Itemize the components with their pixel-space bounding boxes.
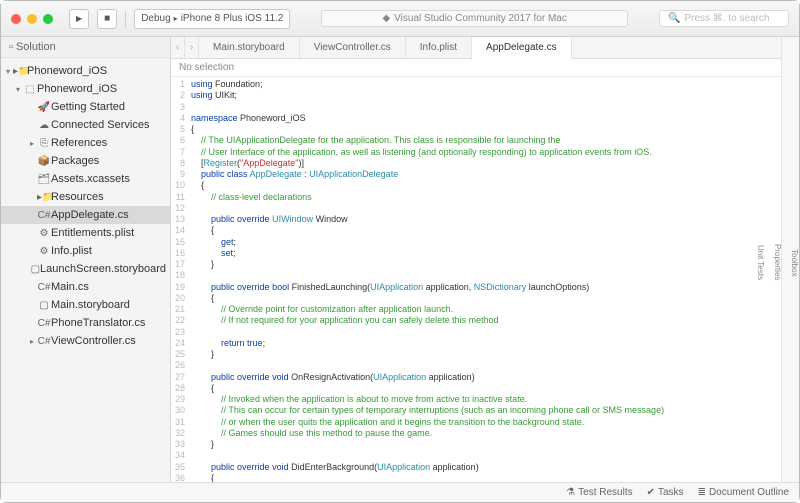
- config-selector[interactable]: Debug ▸ iPhone 8 Plus iOS 11.2: [134, 9, 290, 29]
- window-controls: [11, 14, 53, 24]
- sb-icon: ▢: [37, 300, 51, 311]
- tree-item-viewcontroller-cs[interactable]: ▸C#ViewController.cs: [1, 332, 170, 350]
- tree-item-label: References: [51, 137, 107, 149]
- plist-icon: ⚙: [37, 246, 51, 257]
- tree-item-label: ViewController.cs: [51, 335, 136, 347]
- tab-info-plist[interactable]: Info.plist: [406, 37, 472, 58]
- search-input[interactable]: 🔍 Press ⌘. to search: [659, 10, 789, 27]
- tab-label: Info.plist: [420, 42, 457, 53]
- tree-item-label: Resources: [51, 191, 104, 203]
- vs-icon: ◆: [382, 13, 390, 24]
- check-icon: ✔: [647, 487, 655, 498]
- config-label: Debug: [141, 13, 170, 24]
- cs-icon: C#: [37, 282, 51, 293]
- tree-item-label: Main.storyboard: [51, 299, 130, 311]
- rocket-icon: 🚀: [37, 102, 51, 113]
- cs-icon: C#: [37, 210, 51, 221]
- outline-icon: ≣: [698, 487, 706, 498]
- editor-tabs: ‹ › Main.storyboard ViewController.cs Info…: [171, 37, 781, 59]
- search-icon: 🔍: [668, 13, 680, 24]
- cs-icon: C#: [37, 318, 51, 329]
- tree-item-connected-services[interactable]: ☁Connected Services: [1, 116, 170, 134]
- tree-item-phoneword-ios[interactable]: ▾▸📁Phoneword_iOS: [1, 62, 170, 80]
- tree-item-label: Getting Started: [51, 101, 125, 113]
- statusbar: ⚗Test Results ✔Tasks ≣Document Outline: [1, 482, 799, 502]
- folder-icon: ▸📁: [37, 192, 51, 203]
- tab-label: ViewController.cs: [314, 42, 391, 53]
- breadcrumb[interactable]: No selection: [171, 59, 781, 77]
- pkg-icon: 📦: [37, 156, 51, 167]
- tree-item-label: LaunchScreen.storyboard: [40, 263, 166, 275]
- disclosure-icon[interactable]: ▸: [27, 337, 37, 346]
- tab-label: Main.storyboard: [213, 42, 285, 53]
- tree-item-resources[interactable]: ▸📁Resources: [1, 188, 170, 206]
- disclosure-icon[interactable]: ▸: [27, 139, 37, 148]
- rail-unit-tests[interactable]: Unit Tests: [756, 245, 765, 280]
- cloud-icon: ☁: [37, 120, 51, 131]
- editor-area: ‹ › Main.storyboard ViewController.cs Info…: [171, 37, 781, 482]
- tree-item-packages[interactable]: 📦Packages: [1, 152, 170, 170]
- tree-item-entitlements-plist[interactable]: ⚙Entitlements.plist: [1, 224, 170, 242]
- line-gutter: 1234567891011121314151617181920212223242…: [171, 77, 191, 482]
- assets-icon: 🗂: [37, 174, 51, 185]
- run-button[interactable]: ▶: [69, 9, 89, 29]
- status-doc-outline[interactable]: ≣Document Outline: [698, 487, 789, 498]
- minimize-icon[interactable]: [27, 14, 37, 24]
- solution-tree[interactable]: ▾▸📁Phoneword_iOS▾⬚Phoneword_iOS🚀Getting …: [1, 58, 170, 354]
- tab-nav-next[interactable]: ›: [185, 37, 199, 58]
- code-editor[interactable]: 1234567891011121314151617181920212223242…: [171, 77, 781, 482]
- cs-icon: C#: [37, 336, 51, 347]
- status-tasks[interactable]: ✔Tasks: [647, 487, 684, 498]
- right-rail: ToolboxPropertiesUnit Tests: [781, 37, 799, 482]
- rail-properties[interactable]: Properties: [773, 244, 782, 280]
- play-icon: ▶: [76, 14, 82, 23]
- beaker-icon: ⚗: [566, 487, 575, 498]
- tree-item-label: Assets.xcassets: [51, 173, 130, 185]
- tree-item-getting-started[interactable]: 🚀Getting Started: [1, 98, 170, 116]
- tree-item-launchscreen-storyboard[interactable]: ▢LaunchScreen.storyboard: [1, 260, 170, 278]
- titlebar: ▶ ■ Debug ▸ iPhone 8 Plus iOS 11.2 ◆ Vis…: [1, 1, 799, 37]
- sb-icon: ▢: [31, 264, 40, 275]
- folder-icon: ▸📁: [13, 66, 27, 77]
- tree-item-label: Connected Services: [51, 119, 149, 131]
- device-label: iPhone 8 Plus iOS 11.2: [181, 13, 284, 24]
- close-icon[interactable]: [11, 14, 21, 24]
- disclosure-icon[interactable]: ▾: [3, 67, 13, 76]
- tree-item-label: PhoneTranslator.cs: [51, 317, 145, 329]
- tab-viewcontroller-cs[interactable]: ViewController.cs: [300, 37, 406, 58]
- tab-main-storyboard[interactable]: Main.storyboard: [199, 37, 300, 58]
- tree-item-label: Main.cs: [51, 281, 89, 293]
- rail-toolbox[interactable]: Toolbox: [790, 249, 799, 277]
- tree-item-info-plist[interactable]: ⚙Info.plist: [1, 242, 170, 260]
- status-test-results[interactable]: ⚗Test Results: [566, 487, 632, 498]
- tree-item-label: Info.plist: [51, 245, 92, 257]
- stop-button[interactable]: ■: [97, 9, 117, 29]
- tree-item-references[interactable]: ▸⎘References: [1, 134, 170, 152]
- tree-item-phonetranslator-cs[interactable]: C#PhoneTranslator.cs: [1, 314, 170, 332]
- tree-item-label: Phoneword_iOS: [37, 83, 117, 95]
- tree-item-label: Entitlements.plist: [51, 227, 134, 239]
- tree-item-appdelegate-cs[interactable]: C#AppDelegate.cs: [1, 206, 170, 224]
- sidebar-header: ▫ Solution: [1, 37, 170, 58]
- chevron-right-icon: ▸: [174, 14, 178, 23]
- maximize-icon[interactable]: [43, 14, 53, 24]
- disclosure-icon[interactable]: ▾: [13, 85, 23, 94]
- plist-icon: ⚙: [37, 228, 51, 239]
- tree-item-label: Packages: [51, 155, 99, 167]
- tree-item-phoneword-ios[interactable]: ▾⬚Phoneword_iOS: [1, 80, 170, 98]
- code-content[interactable]: using Foundation;using UIKit;namespace P…: [191, 77, 691, 482]
- ref-icon: ⎘: [37, 138, 51, 149]
- tree-item-main-storyboard[interactable]: ▢Main.storyboard: [1, 296, 170, 314]
- tree-item-assets-xcassets[interactable]: 🗂Assets.xcassets: [1, 170, 170, 188]
- tree-item-label: AppDelegate.cs: [51, 209, 129, 221]
- tab-appdelegate-cs[interactable]: AppDelegate.cs: [472, 37, 572, 59]
- tree-item-label: Phoneword_iOS: [27, 65, 107, 77]
- tree-item-main-cs[interactable]: C#Main.cs: [1, 278, 170, 296]
- tab-label: AppDelegate.cs: [486, 42, 557, 53]
- separator: [125, 11, 126, 27]
- proj-icon: ⬚: [23, 84, 37, 95]
- tab-nav-prev[interactable]: ‹: [171, 37, 185, 58]
- solution-sidebar: ▫ Solution ▾▸📁Phoneword_iOS▾⬚Phoneword_i…: [1, 37, 171, 482]
- app-title: ◆ Visual Studio Community 2017 for Mac: [321, 10, 627, 27]
